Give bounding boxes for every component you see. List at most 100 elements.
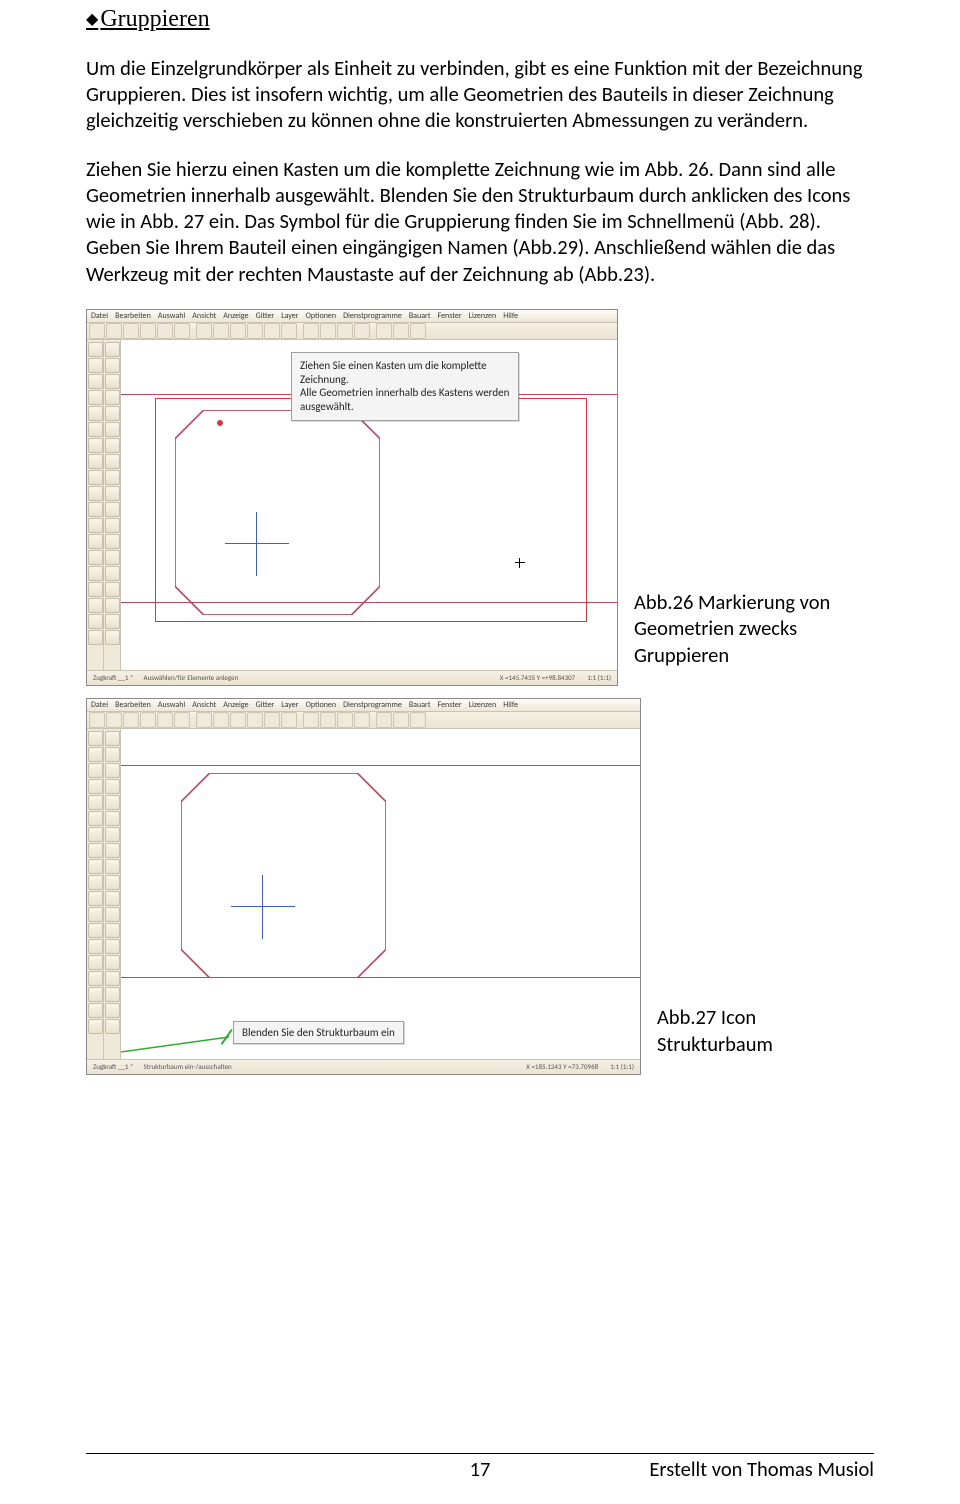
tool-icon[interactable] bbox=[88, 987, 103, 1002]
toolbar-button[interactable] bbox=[303, 323, 319, 339]
toolbar-button[interactable] bbox=[337, 712, 353, 728]
toolbar-button[interactable] bbox=[247, 712, 263, 728]
menu-item[interactable]: Ansicht bbox=[192, 311, 216, 321]
toolbar-button[interactable] bbox=[264, 712, 280, 728]
tool-icon[interactable] bbox=[88, 566, 103, 581]
toolbar-button[interactable] bbox=[337, 323, 353, 339]
menu-item[interactable]: Hilfe bbox=[503, 311, 518, 321]
tool-icon[interactable] bbox=[105, 1003, 120, 1018]
tool-icon[interactable] bbox=[88, 939, 103, 954]
tool-icon[interactable] bbox=[88, 342, 103, 357]
tool-icon[interactable] bbox=[88, 971, 103, 986]
menu-item[interactable]: Gitter bbox=[256, 311, 275, 321]
toolbar-button[interactable] bbox=[230, 323, 246, 339]
menu-item[interactable]: Optionen bbox=[306, 311, 337, 321]
menu-item[interactable]: Bearbeiten bbox=[115, 311, 151, 321]
drawing-canvas[interactable]: Blenden Sie den Strukturbaum ein bbox=[121, 729, 640, 1059]
tool-icon[interactable] bbox=[88, 795, 103, 810]
toolbar-button[interactable] bbox=[320, 712, 336, 728]
tool-icon[interactable] bbox=[105, 843, 120, 858]
tool-icon[interactable] bbox=[105, 566, 120, 581]
menu-item[interactable]: Gitter bbox=[256, 700, 275, 710]
tool-icon[interactable] bbox=[105, 358, 120, 373]
tool-icon[interactable] bbox=[88, 358, 103, 373]
menu-item[interactable]: Datei bbox=[91, 700, 108, 710]
tool-icon[interactable] bbox=[88, 598, 103, 613]
toolbar-button[interactable] bbox=[213, 323, 229, 339]
tool-icon[interactable] bbox=[105, 518, 120, 533]
toolbar-button[interactable] bbox=[264, 323, 280, 339]
toolbar-button[interactable] bbox=[174, 323, 190, 339]
toolbar-button[interactable] bbox=[213, 712, 229, 728]
toolbar-button[interactable] bbox=[393, 323, 409, 339]
toolbar-button[interactable] bbox=[123, 712, 139, 728]
tool-icon[interactable] bbox=[88, 502, 103, 517]
tool-icon[interactable] bbox=[88, 438, 103, 453]
menu-item[interactable]: Anzeige bbox=[223, 700, 248, 710]
tool-icon[interactable] bbox=[88, 859, 103, 874]
tool-icon[interactable] bbox=[88, 923, 103, 938]
tool-icon[interactable] bbox=[105, 406, 120, 421]
tool-icon[interactable] bbox=[105, 747, 120, 762]
tool-icon[interactable] bbox=[105, 875, 120, 890]
tool-icon[interactable] bbox=[88, 1019, 103, 1034]
toolbar-button[interactable] bbox=[157, 323, 173, 339]
toolbar-button[interactable] bbox=[376, 712, 392, 728]
toolbar-button[interactable] bbox=[354, 712, 370, 728]
tool-icon[interactable] bbox=[105, 939, 120, 954]
tool-icon[interactable] bbox=[105, 470, 120, 485]
tool-icon[interactable] bbox=[88, 1003, 103, 1018]
tool-icon[interactable] bbox=[105, 582, 120, 597]
tool-icon[interactable] bbox=[105, 614, 120, 629]
toolbar-button[interactable] bbox=[89, 712, 105, 728]
tool-icon[interactable] bbox=[105, 971, 120, 986]
tool-icon[interactable] bbox=[105, 422, 120, 437]
toolbar-button[interactable] bbox=[410, 323, 426, 339]
menu-item[interactable]: Ansicht bbox=[192, 700, 216, 710]
tool-icon[interactable] bbox=[105, 763, 120, 778]
tool-icon[interactable] bbox=[105, 891, 120, 906]
tool-icon[interactable] bbox=[105, 454, 120, 469]
toolbar-button[interactable] bbox=[196, 712, 212, 728]
toolbar-button[interactable] bbox=[320, 323, 336, 339]
tool-icon[interactable] bbox=[105, 390, 120, 405]
tool-icon[interactable] bbox=[88, 731, 103, 746]
toolbar-button[interactable] bbox=[230, 712, 246, 728]
tool-icon[interactable] bbox=[88, 747, 103, 762]
tool-icon[interactable] bbox=[105, 795, 120, 810]
toolbar-button[interactable] bbox=[281, 712, 297, 728]
menu-item[interactable]: Auswahl bbox=[158, 700, 185, 710]
toolbar-button[interactable] bbox=[196, 323, 212, 339]
tool-icon[interactable] bbox=[105, 486, 120, 501]
tool-icon[interactable] bbox=[105, 374, 120, 389]
tool-icon[interactable] bbox=[105, 987, 120, 1002]
tool-icon[interactable] bbox=[88, 454, 103, 469]
tool-icon[interactable] bbox=[88, 470, 103, 485]
tool-icon[interactable] bbox=[88, 374, 103, 389]
tool-icon[interactable] bbox=[105, 502, 120, 517]
tool-icon[interactable] bbox=[88, 891, 103, 906]
tool-icon[interactable] bbox=[88, 550, 103, 565]
toolbar-button[interactable] bbox=[106, 323, 122, 339]
menu-item[interactable]: Bauart bbox=[409, 311, 431, 321]
tool-icon[interactable] bbox=[88, 518, 103, 533]
menu-item[interactable]: Bearbeiten bbox=[115, 700, 151, 710]
toolbar-button[interactable] bbox=[281, 323, 297, 339]
toolbar-button[interactable] bbox=[123, 323, 139, 339]
menu-item[interactable]: Fenster bbox=[438, 311, 462, 321]
menu-item[interactable]: Bauart bbox=[409, 700, 431, 710]
tool-icon[interactable] bbox=[105, 827, 120, 842]
toolbar-button[interactable] bbox=[410, 712, 426, 728]
toolbar-button[interactable] bbox=[157, 712, 173, 728]
tool-icon[interactable] bbox=[105, 438, 120, 453]
tool-icon[interactable] bbox=[105, 1019, 120, 1034]
menu-item[interactable]: Lizenzen bbox=[469, 700, 497, 710]
menu-item[interactable]: Layer bbox=[281, 700, 298, 710]
menu-item[interactable]: Lizenzen bbox=[469, 311, 497, 321]
toolbar-button[interactable] bbox=[140, 323, 156, 339]
menu-item[interactable]: Optionen bbox=[306, 700, 337, 710]
tool-icon[interactable] bbox=[88, 843, 103, 858]
tool-icon[interactable] bbox=[88, 630, 103, 645]
tool-icon[interactable] bbox=[88, 763, 103, 778]
tool-icon[interactable] bbox=[88, 907, 103, 922]
